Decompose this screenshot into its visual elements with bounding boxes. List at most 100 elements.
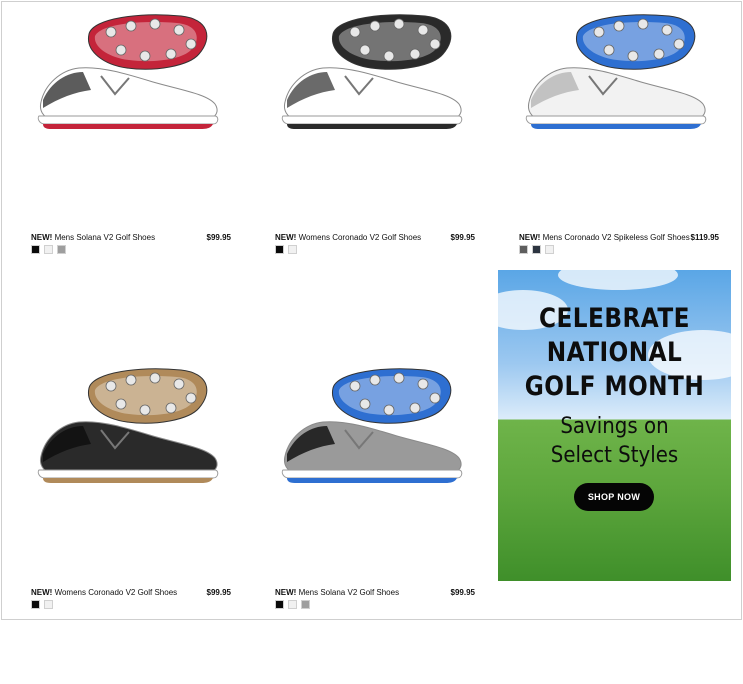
product-image[interactable] [275, 10, 475, 150]
cleat-graphic [603, 44, 615, 56]
cleat-graphic [429, 38, 441, 50]
cleat-graphic [627, 50, 639, 62]
sole-graphic [287, 124, 457, 129]
promo-title-line: NATIONAL [546, 337, 683, 368]
cleat-graphic [383, 404, 395, 416]
product-title[interactable]: NEW! Mens Coronado V2 Spikeless Golf Sho… [519, 233, 690, 242]
color-swatch[interactable] [519, 245, 528, 254]
product-image[interactable] [31, 364, 231, 504]
color-swatch[interactable] [31, 245, 40, 254]
product-name[interactable]: Mens Solana V2 Golf Shoes [299, 588, 400, 597]
cleat-graphic [115, 398, 127, 410]
cleat-graphic [429, 392, 441, 404]
product-card[interactable]: NEW! Mens Solana V2 Golf Shoes $99.95 [275, 364, 475, 684]
cleat-graphic [115, 44, 127, 56]
promo-subtitle-line: Select Styles [550, 443, 679, 468]
midsole-graphic [281, 469, 463, 479]
cleat-graphic [393, 372, 405, 384]
promo-title-line: GOLF MONTH [524, 371, 705, 402]
color-swatch[interactable] [44, 600, 53, 609]
cleat-graphic [173, 378, 185, 390]
promo-subtitle: Savings on Select Styles [510, 412, 720, 470]
cleat-graphic [349, 26, 361, 38]
product-image[interactable] [275, 364, 475, 504]
product-name[interactable]: Womens Coronado V2 Golf Shoes [299, 233, 422, 242]
cleat-graphic [393, 18, 405, 30]
promo-title-line: CELEBRATE [539, 303, 690, 334]
cleat-graphic [185, 38, 197, 50]
cleat-graphic [173, 24, 185, 36]
cleat-graphic [369, 374, 381, 386]
product-name[interactable]: Womens Coronado V2 Golf Shoes [55, 588, 178, 597]
color-swatch[interactable] [288, 245, 297, 254]
cleat-graphic [409, 402, 421, 414]
product-title[interactable]: NEW! Womens Coronado V2 Golf Shoes [31, 588, 177, 597]
cleat-graphic [165, 402, 177, 414]
color-swatch[interactable] [44, 245, 53, 254]
cleat-graphic [125, 20, 137, 32]
cleat-graphic [105, 26, 117, 38]
cleat-graphic [383, 50, 395, 62]
product-title[interactable]: NEW! Mens Solana V2 Golf Shoes [31, 233, 155, 242]
midsole-graphic [37, 469, 219, 479]
color-swatches [275, 245, 297, 254]
new-badge: NEW! [31, 232, 53, 242]
cleat-graphic [359, 398, 371, 410]
product-card[interactable]: NEW! Womens Coronado V2 Golf Shoes $99.9… [31, 364, 231, 684]
product-price: $99.95 [206, 587, 231, 597]
cleat-graphic [139, 50, 151, 62]
product-image[interactable] [519, 10, 719, 150]
color-swatches [275, 600, 310, 609]
cleat-graphic [139, 404, 151, 416]
color-swatches [31, 245, 66, 254]
product-info: NEW! Mens Coronado V2 Spikeless Golf Sho… [519, 230, 719, 244]
product-price: $99.95 [206, 232, 231, 242]
sole-graphic [43, 478, 213, 483]
cleat-graphic [593, 26, 605, 38]
product-price: $99.95 [450, 232, 475, 242]
product-title[interactable]: NEW! Womens Coronado V2 Golf Shoes [275, 233, 421, 242]
color-swatch[interactable] [275, 245, 284, 254]
cleat-graphic [349, 380, 361, 392]
product-title[interactable]: NEW! Mens Solana V2 Golf Shoes [275, 588, 399, 597]
shop-now-button[interactable]: SHOP NOW [574, 483, 654, 511]
cleat-graphic [149, 18, 161, 30]
color-swatch[interactable] [275, 600, 284, 609]
cleat-graphic [409, 48, 421, 60]
product-grid: NEW! Mens Solana V2 Golf Shoes $99.95 NE… [1, 1, 742, 620]
new-badge: NEW! [31, 587, 53, 597]
color-swatch[interactable] [301, 600, 310, 609]
product-name[interactable]: Mens Coronado V2 Spikeless Golf Shoes [543, 233, 690, 242]
color-swatch[interactable] [532, 245, 541, 254]
product-name[interactable]: Mens Solana V2 Golf Shoes [55, 233, 156, 242]
cleat-graphic [359, 44, 371, 56]
product-info: NEW! Mens Solana V2 Golf Shoes $99.95 [275, 585, 475, 599]
product-card[interactable]: NEW! Mens Solana V2 Golf Shoes $99.95 [31, 10, 231, 330]
cleat-graphic [417, 378, 429, 390]
product-price: $99.95 [450, 587, 475, 597]
midsole-graphic [525, 115, 707, 125]
new-badge: NEW! [519, 232, 541, 242]
cleat-graphic [149, 372, 161, 384]
product-price: $119.95 [690, 232, 719, 242]
product-card[interactable]: NEW! Womens Coronado V2 Golf Shoes $99.9… [275, 10, 475, 330]
midsole-graphic [37, 115, 219, 125]
cleat-graphic [105, 380, 117, 392]
color-swatch[interactable] [57, 245, 66, 254]
color-swatch[interactable] [545, 245, 554, 254]
sole-graphic [531, 124, 701, 129]
promo-banner[interactable]: CELEBRATE NATIONAL GOLF MONTH Savings on… [498, 270, 731, 581]
cleat-graphic [165, 48, 177, 60]
cleat-graphic [673, 38, 685, 50]
cleat-graphic [125, 374, 137, 386]
cleat-graphic [185, 392, 197, 404]
cleat-graphic [637, 18, 649, 30]
color-swatch[interactable] [31, 600, 40, 609]
product-info: NEW! Womens Coronado V2 Golf Shoes $99.9… [31, 585, 231, 599]
cleat-graphic [613, 20, 625, 32]
product-info: NEW! Womens Coronado V2 Golf Shoes $99.9… [275, 230, 475, 244]
cloud-graphic [558, 270, 678, 290]
color-swatch[interactable] [288, 600, 297, 609]
product-image[interactable] [31, 10, 231, 150]
new-badge: NEW! [275, 587, 297, 597]
